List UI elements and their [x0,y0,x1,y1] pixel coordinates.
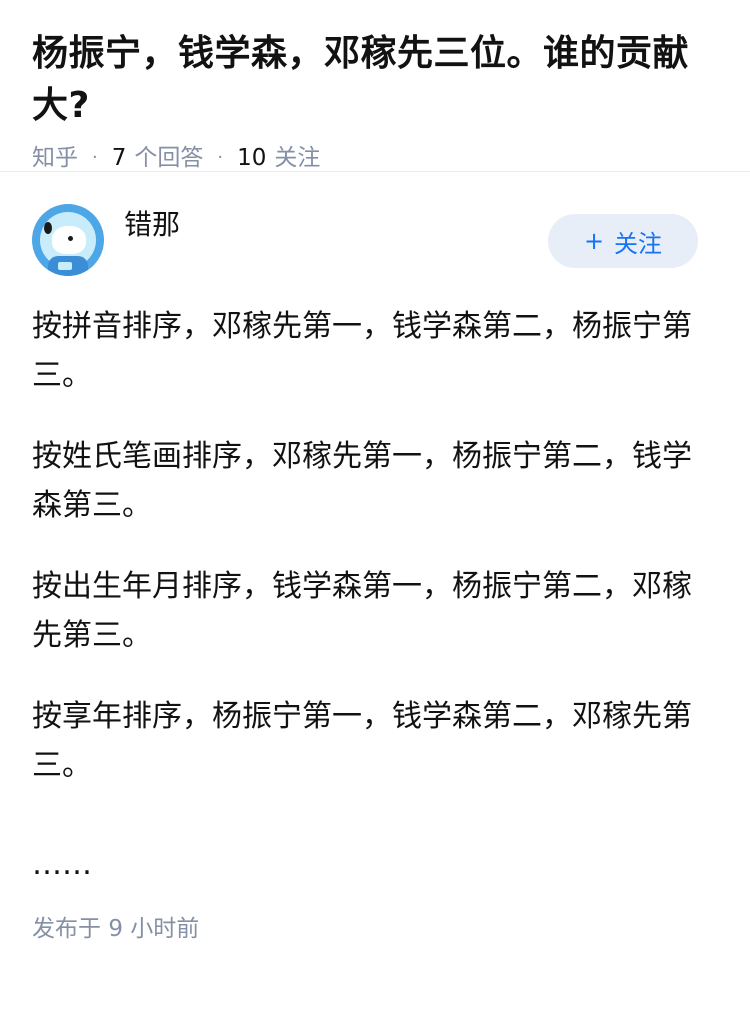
answer-card: 错那 + 关注 按拼音排序，邓稼先第一，钱学森第二，杨振宁第三。 按姓氏笔画排序… [0,172,750,943]
author-row: 错那 + 关注 [32,172,718,282]
answer-count: 7 [111,145,127,171]
avatar-badge-icon [58,262,72,270]
answer-paragraph: 按出生年月排序，钱学森第一，杨振宁第二，邓稼先第三。 [32,569,692,653]
follow-button[interactable]: + 关注 [548,214,698,268]
author-name[interactable]: 错那 [124,203,180,243]
source-label[interactable]: 知乎 [32,142,78,174]
answer-ellipsis[interactable]: …… [32,840,718,889]
question-header: 杨振宁，钱学森，邓稼先三位。谁的贡献大? 知乎 · 7 个回答 · 10 关注 [0,0,750,172]
publish-time: 发布于 9 小时前 [32,909,718,943]
meta-separator: · [217,147,224,168]
publish-label: 发布于 [32,916,101,942]
avatar-bear-ear-icon [44,222,52,234]
publish-time-value: 9 小时前 [108,916,200,942]
answer-paragraph: 按姓氏笔画排序，邓稼先第一，杨振宁第二，钱学森第三。 [32,439,692,523]
question-meta: 知乎 · 7 个回答 · 10 关注 [32,142,718,174]
avatar[interactable] [32,204,104,276]
question-title[interactable]: 杨振宁，钱学森，邓稼先三位。谁的贡献大? [32,28,718,132]
answer-paragraph: 按享年排序，杨振宁第一，钱学森第二，邓稼先第三。 [32,699,692,783]
answer-count-label[interactable]: 个回答 [134,142,203,174]
answer-body[interactable]: 按拼音排序，邓稼先第一，钱学森第二，杨振宁第三。 按姓氏笔画排序，邓稼先第一，杨… [32,302,718,889]
answer-paragraph: 按拼音排序，邓稼先第一，钱学森第二，杨振宁第三。 [32,309,692,393]
avatar-bear-eye-icon [68,236,73,241]
follower-count-label: 关注 [274,145,321,171]
follower-count: 10 [237,145,267,171]
plus-icon: + [583,227,605,255]
follow-button-label: 关注 [614,229,663,258]
meta-separator: · [92,147,98,168]
